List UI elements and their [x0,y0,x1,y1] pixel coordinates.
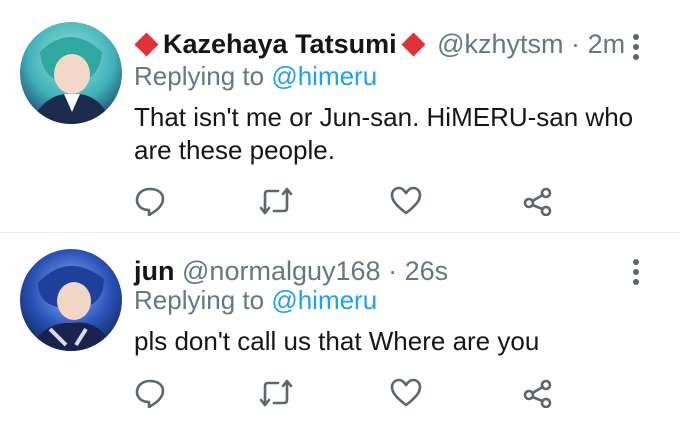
separator: · [388,256,398,286]
tweet[interactable]: Kazehaya Tatsumi @kzhytsm · 2m Replying … [0,0,680,233]
replying-to: Replying to @himeru [134,60,377,92]
diamond-icon [134,32,159,57]
reply-mention-link[interactable]: @himeru [271,285,377,315]
separator: · [571,29,581,59]
avatar[interactable] [20,22,122,124]
reply-prefix: Replying to [134,285,265,315]
avatar[interactable] [20,249,122,351]
tweet-text: pls don't call us that Where are you [134,326,540,356]
display-name[interactable]: Kazehaya Tatsumi [163,29,397,59]
user-handle[interactable]: @normalguy168 [182,256,381,286]
tweet-header: jun @normalguy168 · 26s [134,255,660,287]
diamond-icon [401,32,426,57]
display-name[interactable]: jun [134,256,175,286]
replying-to: Replying to @himeru [134,284,377,316]
like-icon[interactable] [390,378,422,408]
user-handle[interactable]: @kzhytsm [437,29,563,59]
reply-mention-link[interactable]: @himeru [271,61,377,91]
action-bar [134,186,660,216]
like-icon[interactable] [390,186,422,216]
reply-prefix: Replying to [134,61,265,91]
reply-icon[interactable] [134,186,166,216]
retweet-icon[interactable] [258,186,293,216]
tweet[interactable]: jun @normalguy168 · 26s Replying to @him… [0,233,680,422]
retweet-icon[interactable] [258,378,293,408]
tweet-text: That isn't me or Jun-san. HiMERU-san who… [134,102,634,165]
share-icon[interactable] [522,186,554,216]
timestamp[interactable]: 2m [588,29,626,59]
reply-icon[interactable] [134,378,166,408]
share-icon[interactable] [522,378,554,408]
timestamp[interactable]: 26s [405,256,449,286]
tweet-header: Kazehaya Tatsumi @kzhytsm · 2m [134,28,660,60]
more-icon[interactable] [632,34,640,60]
action-bar [134,378,660,408]
more-icon[interactable] [632,259,640,285]
